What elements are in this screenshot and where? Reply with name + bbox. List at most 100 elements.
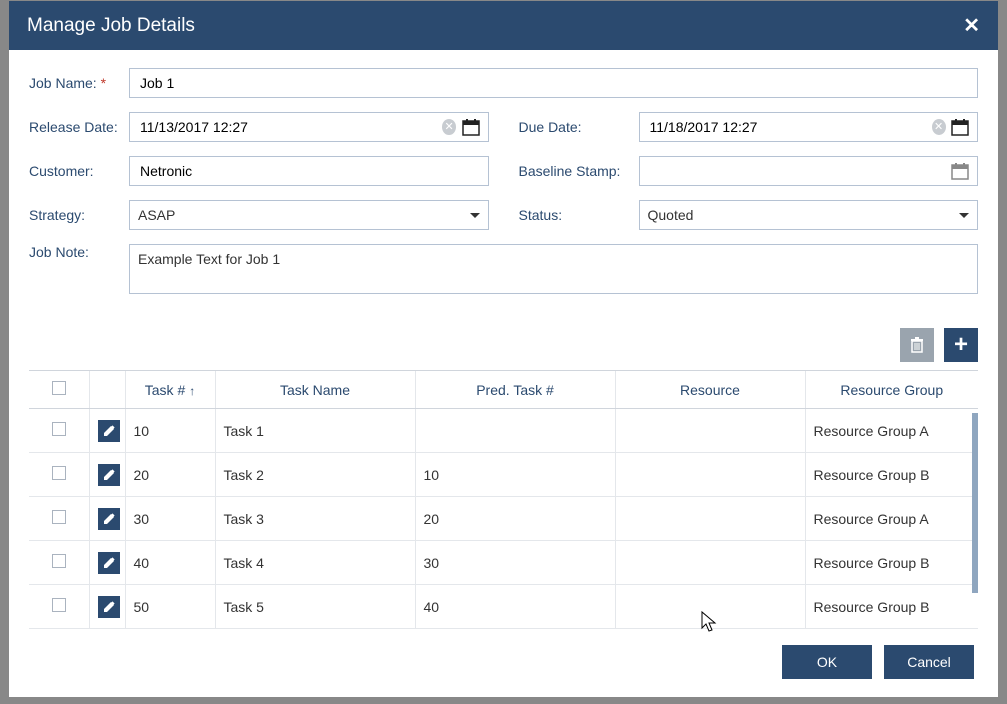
pencil-icon [102, 556, 116, 570]
cell-pred: 40 [415, 585, 615, 629]
strategy-label: Strategy: [29, 207, 119, 223]
pencil-icon [102, 600, 116, 614]
table-row[interactable]: 10Task 1 Resource Group A [29, 409, 978, 453]
delete-button[interactable] [900, 328, 934, 362]
pencil-icon [102, 424, 116, 438]
baseline-input[interactable] [648, 162, 952, 180]
form-area: Job Name: * Release Date: ✕ Due Date: [9, 50, 998, 318]
calendar-icon[interactable] [951, 162, 969, 180]
edit-button[interactable] [98, 552, 120, 574]
header-resource[interactable]: Resource [615, 371, 805, 409]
release-date-input[interactable] [138, 118, 442, 136]
cell-resource-group: Resource Group B [805, 541, 978, 585]
vertical-scrollbar[interactable] [972, 413, 978, 593]
cell-resource-group: Resource Group B [805, 453, 978, 497]
header-resource-group[interactable]: Resource Group [805, 371, 978, 409]
pencil-icon [102, 468, 116, 482]
status-value: Quoted [648, 207, 960, 223]
cell-task-name: Task 3 [215, 497, 415, 541]
tasks-table-wrap: Task #↑ Task Name Pred. Task # Resource … [29, 370, 978, 629]
row-checkbox[interactable] [52, 598, 66, 612]
tasks-table: Task #↑ Task Name Pred. Task # Resource … [29, 371, 978, 629]
job-name-label: Job Name: * [29, 75, 119, 91]
status-label: Status: [519, 207, 629, 223]
table-toolbar: + [9, 328, 998, 370]
header-checkbox[interactable] [29, 371, 89, 409]
cell-resource-group: Resource Group A [805, 497, 978, 541]
cell-resource [615, 497, 805, 541]
calendar-icon[interactable] [951, 118, 969, 136]
cell-task-num: 10 [125, 409, 215, 453]
edit-button[interactable] [98, 420, 120, 442]
cancel-button[interactable]: Cancel [884, 645, 974, 679]
edit-button[interactable] [98, 464, 120, 486]
table-header-row: Task #↑ Task Name Pred. Task # Resource … [29, 371, 978, 409]
cell-resource-group: Resource Group A [805, 409, 978, 453]
checkbox[interactable] [52, 381, 66, 395]
cell-task-num: 20 [125, 453, 215, 497]
cell-task-num: 40 [125, 541, 215, 585]
row-checkbox[interactable] [52, 554, 66, 568]
customer-input[interactable] [138, 162, 480, 180]
cell-resource [615, 585, 805, 629]
edit-button[interactable] [98, 508, 120, 530]
cell-task-name: Task 1 [215, 409, 415, 453]
row-checkbox[interactable] [52, 510, 66, 524]
strategy-select[interactable]: ASAP [129, 200, 489, 230]
cell-resource [615, 453, 805, 497]
baseline-field[interactable] [639, 156, 979, 186]
dialog-footer: OK Cancel [9, 629, 998, 699]
release-date-label: Release Date: [29, 119, 119, 135]
cell-pred: 20 [415, 497, 615, 541]
header-task-name[interactable]: Task Name [215, 371, 415, 409]
close-icon[interactable]: ✕ [963, 13, 980, 38]
edit-button[interactable] [98, 596, 120, 618]
header-task-num[interactable]: Task #↑ [125, 371, 215, 409]
due-date-input[interactable] [648, 118, 932, 136]
cell-resource [615, 409, 805, 453]
cell-pred [415, 409, 615, 453]
cell-task-name: Task 5 [215, 585, 415, 629]
status-select[interactable]: Quoted [639, 200, 979, 230]
row-checkbox[interactable] [52, 422, 66, 436]
cell-task-name: Task 4 [215, 541, 415, 585]
chevron-down-icon[interactable] [959, 213, 969, 218]
cell-pred: 30 [415, 541, 615, 585]
strategy-value: ASAP [138, 207, 470, 223]
due-date-label: Due Date: [519, 119, 629, 135]
release-date-field[interactable]: ✕ [129, 112, 489, 142]
due-date-field[interactable]: ✕ [639, 112, 979, 142]
job-note-value: Example Text for Job 1 [138, 251, 280, 267]
baseline-label: Baseline Stamp: [519, 163, 629, 179]
pencil-icon [102, 512, 116, 526]
sort-asc-icon: ↑ [189, 384, 195, 398]
manage-job-details-dialog: Manage Job Details ✕ Job Name: * Release… [8, 0, 999, 698]
required-mark: * [101, 75, 106, 91]
plus-icon: + [954, 331, 968, 359]
customer-label: Customer: [29, 163, 119, 179]
dialog-title: Manage Job Details [27, 15, 195, 37]
job-name-field[interactable] [129, 68, 978, 98]
cell-resource [615, 541, 805, 585]
cell-task-num: 30 [125, 497, 215, 541]
table-row[interactable]: 30Task 320 Resource Group A [29, 497, 978, 541]
add-button[interactable]: + [944, 328, 978, 362]
clear-icon[interactable]: ✕ [442, 119, 456, 135]
calendar-icon[interactable] [462, 118, 480, 136]
clear-icon[interactable]: ✕ [932, 119, 946, 135]
row-checkbox[interactable] [52, 466, 66, 480]
table-row[interactable]: 50Task 540Resource Group B [29, 585, 978, 629]
table-row[interactable]: 20Task 210 Resource Group B [29, 453, 978, 497]
job-name-input[interactable] [138, 74, 969, 92]
trash-icon [908, 336, 926, 354]
cell-task-num: 50 [125, 585, 215, 629]
header-pred[interactable]: Pred. Task # [415, 371, 615, 409]
chevron-down-icon[interactable] [470, 213, 480, 218]
customer-field[interactable] [129, 156, 489, 186]
header-edit [89, 371, 125, 409]
job-note-field[interactable]: Example Text for Job 1 [129, 244, 978, 294]
cell-task-name: Task 2 [215, 453, 415, 497]
cell-pred: 10 [415, 453, 615, 497]
table-row[interactable]: 40Task 430 Resource Group B [29, 541, 978, 585]
ok-button[interactable]: OK [782, 645, 872, 679]
